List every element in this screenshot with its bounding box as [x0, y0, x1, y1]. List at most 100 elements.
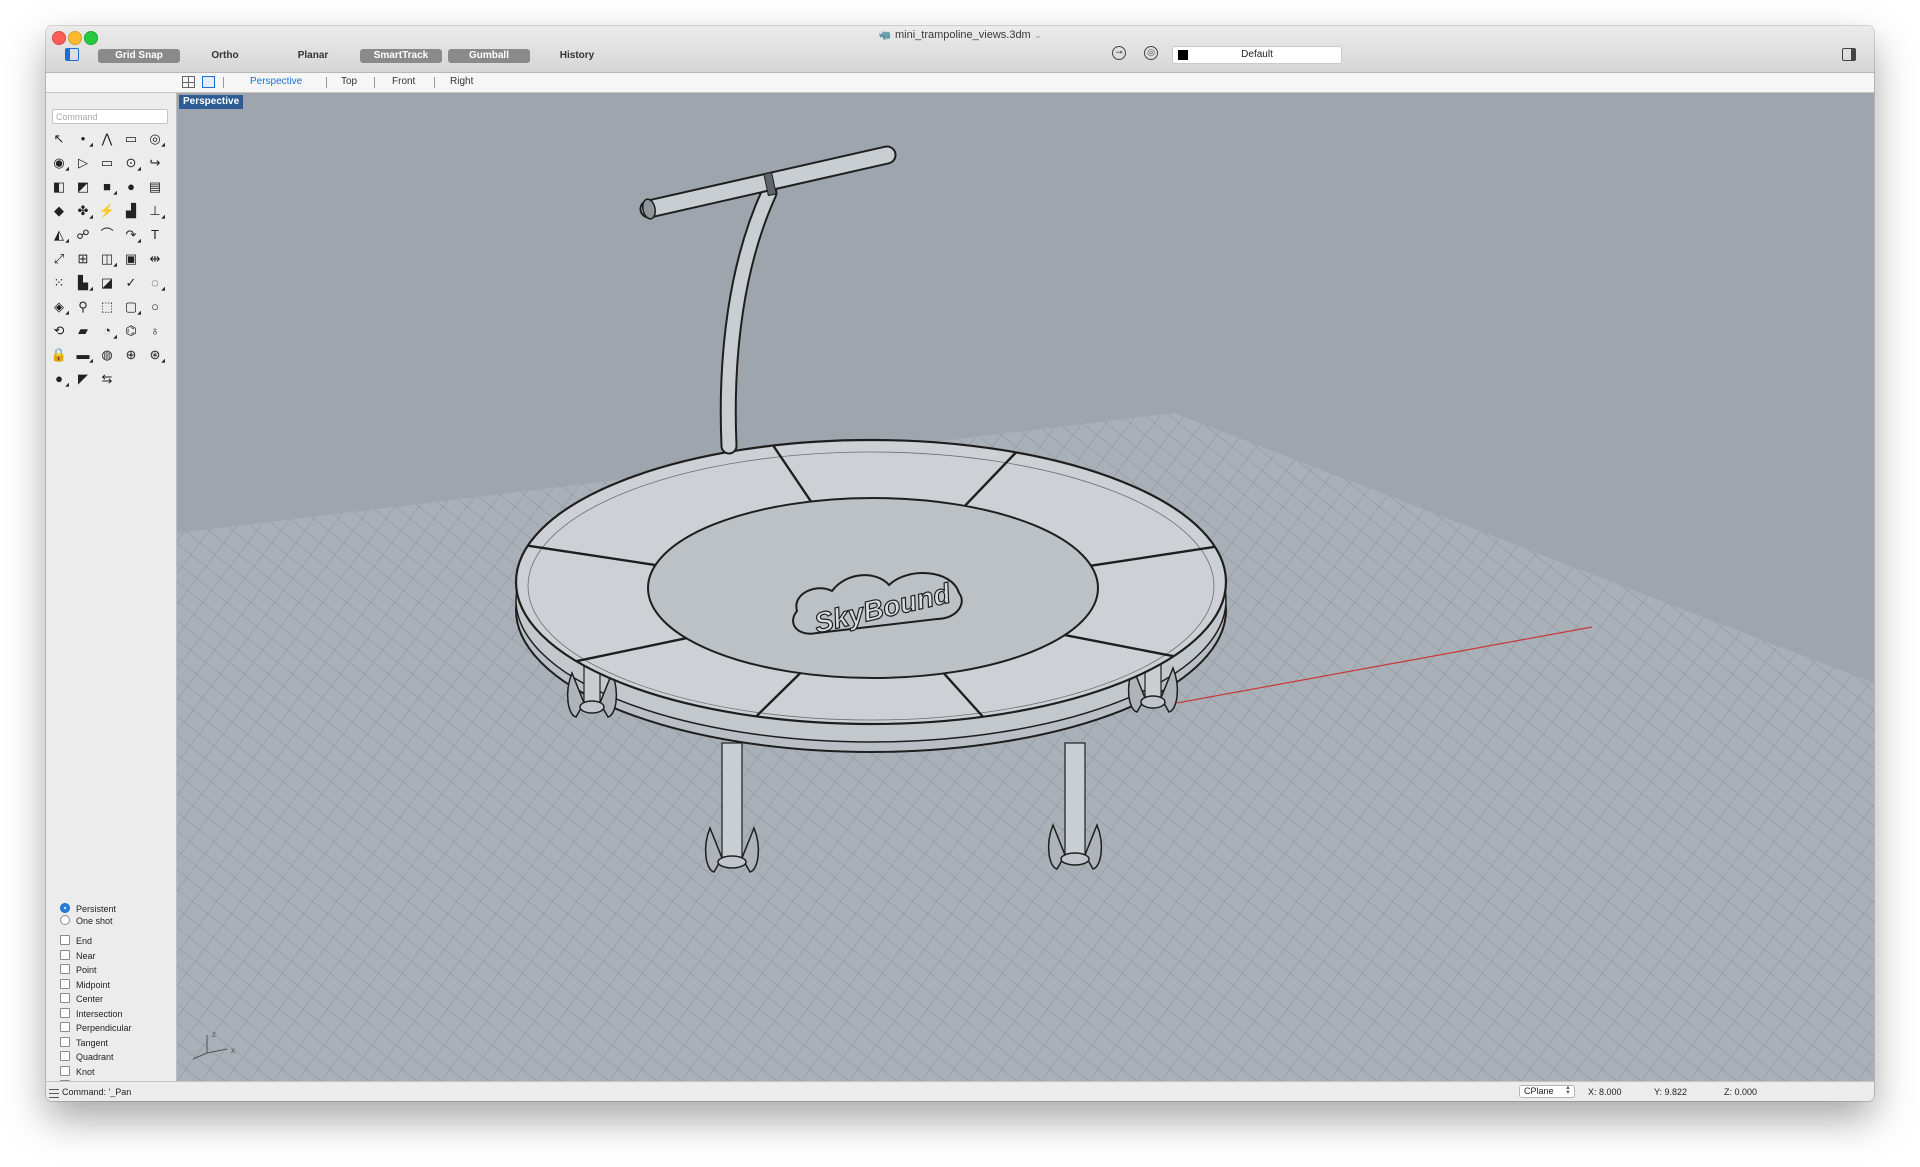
- mesh-icon[interactable]: ◆: [50, 202, 68, 220]
- flyout-indicator-icon: ◢: [113, 190, 117, 196]
- grid-array-icon[interactable]: ⁙: [50, 274, 68, 292]
- bulb-icon[interactable]: ♁: [146, 322, 164, 340]
- mirror-icon[interactable]: ◫ ◢: [98, 250, 117, 268]
- text-icon[interactable]: T: [146, 226, 164, 244]
- circle-icon[interactable]: ◎ ◢: [146, 130, 165, 148]
- surface-corner-icon[interactable]: ◧: [50, 178, 68, 196]
- snap-one-shot-option[interactable]: One shot: [60, 915, 113, 927]
- flyout-indicator-icon: ◢: [89, 286, 93, 292]
- tab-top[interactable]: Top: [341, 76, 357, 87]
- osnap-end[interactable]: End: [60, 935, 92, 947]
- cplane-dropdown[interactable]: CPlane ▲ ▼: [1519, 1085, 1575, 1098]
- dimension-icon[interactable]: ⇹: [146, 250, 164, 268]
- flyout-indicator-icon: ◢: [161, 142, 165, 148]
- surface-blend-icon[interactable]: ◩: [74, 178, 92, 196]
- snap-persistent-option[interactable]: Persistent: [60, 903, 116, 915]
- layer-icon[interactable]: ▬ ◢: [74, 346, 94, 364]
- axis-label-x: x: [231, 1046, 235, 1055]
- smarttrack-toggle[interactable]: SmartTrack: [360, 49, 442, 63]
- extrude-icon[interactable]: ◭ ◢: [50, 226, 69, 244]
- color-wheel-icon[interactable]: ◍: [98, 346, 116, 364]
- osnap-center[interactable]: Center: [60, 993, 103, 1005]
- osnap-near[interactable]: Near: [60, 949, 96, 962]
- lock-icon[interactable]: 🔒: [50, 346, 68, 364]
- sphere-wire-icon[interactable]: ⊕: [122, 346, 140, 364]
- ortho-toggle[interactable]: Ortho: [184, 49, 266, 63]
- sidebar-toggle-icon[interactable]: [65, 48, 79, 61]
- target-osnap-icon[interactable]: ◎: [1144, 46, 1158, 60]
- polygon-icon[interactable]: ▷: [74, 154, 92, 172]
- osnap-midpoint[interactable]: Midpoint: [60, 978, 110, 991]
- command-input[interactable]: [52, 109, 168, 124]
- boolean-union-icon[interactable]: ●: [122, 178, 140, 196]
- planar-toggle[interactable]: Planar: [272, 49, 354, 63]
- flyout-indicator-icon: ◢: [89, 142, 93, 148]
- move-icon[interactable]: ⤢: [50, 250, 68, 268]
- cplane-label: CPlane: [1524, 1086, 1554, 1096]
- viewport-label[interactable]: Perspective: [179, 95, 244, 109]
- trampoline-3d-scene[interactable]: SkyBound z x: [177, 93, 1874, 1081]
- tab-right[interactable]: Right: [450, 76, 473, 87]
- camera-icon[interactable]: ◔ ◢: [98, 322, 117, 340]
- layer-dropdown[interactable]: Default: [1172, 46, 1342, 64]
- osnap-point[interactable]: Point: [60, 964, 97, 976]
- split-icon[interactable]: ⊥ ◢: [146, 202, 165, 220]
- zoom-extents-icon[interactable]: ▢ ◢: [122, 298, 141, 316]
- arc-rectangle-icon[interactable]: ▭: [98, 154, 116, 172]
- transform-icon[interactable]: ◪: [98, 274, 116, 292]
- checkbox-icon: [60, 964, 70, 974]
- record-history-icon[interactable]: ⊸: [1112, 46, 1126, 60]
- render-icon[interactable]: ◈ ◢: [50, 298, 69, 316]
- light-group-icon[interactable]: ⌬: [122, 322, 140, 340]
- cylinder-icon[interactable]: ▤: [146, 178, 164, 196]
- sphere-render-icon[interactable]: ● ◢: [50, 370, 69, 388]
- zoom-window-icon[interactable]: ⬚: [98, 298, 116, 316]
- fillet-icon[interactable]: ↪: [146, 154, 164, 172]
- polyline-icon[interactable]: ⋀: [98, 130, 116, 148]
- tab-perspective[interactable]: Perspective: [250, 76, 302, 87]
- osnap-quadrant[interactable]: Quadrant: [60, 1051, 114, 1063]
- perspective-viewport[interactable]: SkyBound z x Perspective: [177, 93, 1874, 1081]
- document-title[interactable]: 🦏 mini_trampoline_views.3dm ⌄: [46, 29, 1874, 41]
- properties-icon[interactable]: ⇆: [98, 370, 116, 388]
- magnifier-icon[interactable]: ○: [146, 298, 164, 316]
- environment-icon[interactable]: ⊛ ◢: [146, 346, 165, 364]
- rotate-view-icon[interactable]: ⟲: [50, 322, 68, 340]
- point-icon[interactable]: • ◢: [74, 130, 93, 148]
- select-arrow-icon[interactable]: ↖: [50, 130, 68, 148]
- osnap-knot[interactable]: Knot: [60, 1065, 95, 1078]
- arc-icon[interactable]: ⌒: [98, 226, 116, 244]
- osnap-intersection[interactable]: Intersection: [60, 1007, 123, 1020]
- array-icon[interactable]: ⊞: [74, 250, 92, 268]
- four-viewport-layout-icon[interactable]: [182, 76, 195, 88]
- command-history-menu-icon[interactable]: [49, 1089, 59, 1098]
- curve-icon[interactable]: ⊙ ◢: [122, 154, 141, 172]
- rectangle-icon[interactable]: ▭: [122, 130, 140, 148]
- zoom-icon[interactable]: ⚲: [74, 298, 92, 316]
- join-icon[interactable]: ☍: [74, 226, 92, 244]
- checkbox-icon: [60, 1022, 70, 1032]
- curve-blend-icon[interactable]: ↷ ◢: [122, 226, 141, 244]
- single-viewport-layout-icon[interactable]: [202, 76, 215, 88]
- ellipse-icon[interactable]: ◉ ◢: [50, 154, 69, 172]
- flyout-indicator-icon: ◢: [137, 166, 141, 172]
- car-icon[interactable]: ▰: [74, 322, 92, 340]
- hide-icon[interactable]: ◌ ◢: [146, 274, 165, 292]
- osnap-perpendicular[interactable]: Perpendicular: [60, 1022, 132, 1034]
- grid-snap-toggle[interactable]: Grid Snap: [98, 49, 180, 63]
- document-title-text: mini_trampoline_views.3dm: [895, 29, 1031, 41]
- right-panel-toggle-icon[interactable]: [1842, 48, 1856, 61]
- trim-icon[interactable]: ▟: [122, 202, 140, 220]
- box-edit-icon[interactable]: ▣: [122, 250, 140, 268]
- checkmark-icon[interactable]: ✓: [122, 274, 140, 292]
- box-solid-icon[interactable]: ■ ◢: [98, 178, 117, 196]
- history-toggle[interactable]: History: [536, 49, 618, 63]
- explode-icon[interactable]: ✤ ◢: [74, 202, 93, 220]
- tab-front[interactable]: Front: [392, 76, 415, 87]
- osnap-tangent[interactable]: Tangent: [60, 1036, 108, 1049]
- coordinate-y: Y: 9.822: [1654, 1087, 1688, 1097]
- paint-bucket-icon[interactable]: ▙ ◢: [74, 274, 93, 292]
- lightning-icon[interactable]: ⚡: [98, 202, 116, 220]
- print-icon[interactable]: ◤: [74, 370, 92, 388]
- gumball-toggle[interactable]: Gumball: [448, 49, 530, 63]
